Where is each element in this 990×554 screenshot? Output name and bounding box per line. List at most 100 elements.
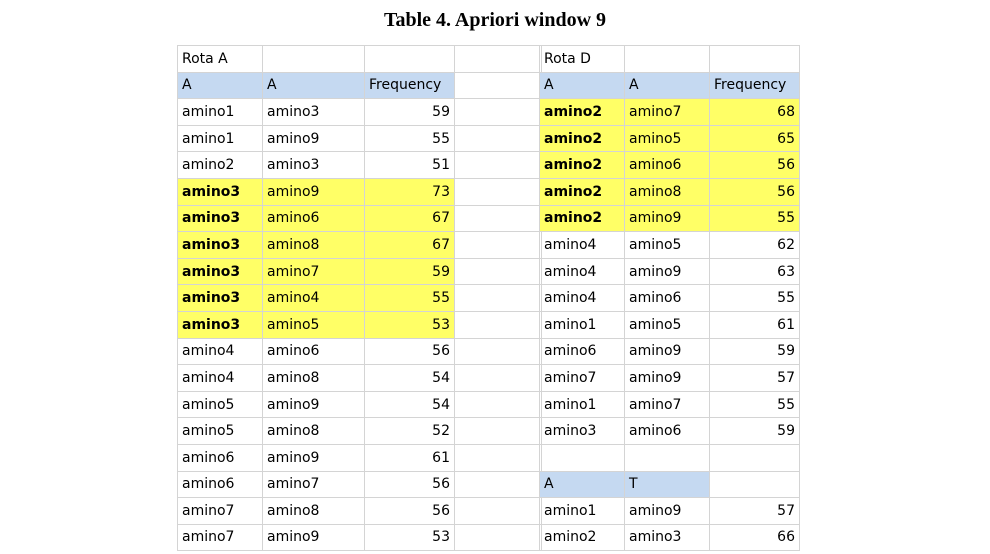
amino-cell[interactable]: amino9 — [262, 390, 365, 419]
frequency-cell[interactable]: 59 — [364, 98, 455, 126]
frequency-cell[interactable]: 56 — [709, 177, 800, 206]
frequency-cell[interactable]: 55 — [364, 284, 455, 312]
empty-cell[interactable] — [624, 45, 710, 73]
frequency-cell[interactable]: 51 — [364, 151, 455, 179]
empty-cell[interactable] — [454, 337, 542, 366]
amino-cell[interactable]: amino6 — [262, 337, 365, 366]
frequency-cell[interactable]: 59 — [364, 257, 455, 286]
empty-cell[interactable] — [262, 45, 365, 73]
amino-cell[interactable]: amino9 — [262, 443, 365, 472]
amino-cell[interactable]: amino2 — [539, 204, 625, 233]
amino-cell[interactable]: amino1 — [177, 98, 263, 126]
amino-cell[interactable]: amino3 — [177, 177, 263, 206]
empty-cell[interactable] — [454, 470, 542, 499]
amino-cell[interactable]: amino8 — [624, 177, 710, 206]
empty-cell[interactable] — [454, 124, 542, 153]
amino-cell[interactable]: amino3 — [262, 98, 365, 126]
amino-cell[interactable]: amino8 — [262, 231, 365, 259]
frequency-cell[interactable]: 66 — [709, 523, 800, 552]
amino-cell[interactable]: amino5 — [624, 124, 710, 153]
amino-cell[interactable]: amino1 — [539, 390, 625, 419]
amino-cell[interactable]: amino6 — [177, 470, 263, 499]
amino-cell[interactable]: amino2 — [177, 151, 263, 179]
amino-cell[interactable]: amino5 — [177, 417, 263, 445]
amino-cell[interactable]: amino3 — [177, 257, 263, 286]
amino-cell[interactable]: amino2 — [539, 177, 625, 206]
amino-cell[interactable]: amino3 — [177, 231, 263, 259]
frequency-cell[interactable]: 55 — [709, 204, 800, 233]
frequency-cell[interactable]: 68 — [709, 98, 800, 126]
amino-cell[interactable]: amino6 — [624, 417, 710, 445]
column-header[interactable]: T — [624, 470, 710, 499]
frequency-cell[interactable]: 56 — [709, 151, 800, 179]
amino-cell[interactable]: amino3 — [539, 417, 625, 445]
amino-cell[interactable]: amino1 — [539, 310, 625, 339]
frequency-cell[interactable]: 61 — [364, 443, 455, 472]
frequency-cell[interactable]: 56 — [364, 470, 455, 499]
amino-cell[interactable]: amino7 — [262, 257, 365, 286]
empty-cell[interactable] — [454, 390, 542, 419]
amino-cell[interactable]: amino7 — [262, 470, 365, 499]
empty-cell[interactable] — [454, 417, 542, 445]
empty-cell[interactable] — [454, 45, 542, 73]
frequency-cell[interactable]: 56 — [364, 337, 455, 366]
empty-cell[interactable] — [364, 45, 455, 73]
frequency-cell[interactable]: 56 — [364, 497, 455, 525]
frequency-cell[interactable]: 57 — [709, 497, 800, 525]
frequency-cell[interactable]: 54 — [364, 364, 455, 392]
amino-cell[interactable]: amino3 — [262, 151, 365, 179]
column-header-frequency[interactable]: Frequency — [709, 71, 800, 100]
amino-cell[interactable]: amino9 — [624, 204, 710, 233]
empty-cell[interactable] — [454, 443, 542, 472]
amino-cell[interactable]: amino7 — [177, 497, 263, 525]
column-header[interactable]: A — [262, 71, 365, 100]
frequency-cell[interactable]: 59 — [709, 417, 800, 445]
empty-cell[interactable] — [624, 443, 710, 472]
empty-cell[interactable] — [454, 71, 542, 100]
column-header[interactable]: A — [624, 71, 710, 100]
amino-cell[interactable]: amino3 — [177, 204, 263, 233]
amino-cell[interactable]: amino6 — [539, 337, 625, 366]
empty-cell[interactable] — [454, 151, 542, 179]
amino-cell[interactable]: amino4 — [539, 257, 625, 286]
empty-cell[interactable] — [454, 310, 542, 339]
empty-cell[interactable] — [454, 204, 542, 233]
column-header[interactable]: A — [177, 71, 263, 100]
empty-cell[interactable] — [454, 177, 542, 206]
amino-cell[interactable]: amino1 — [539, 497, 625, 525]
amino-cell[interactable]: amino6 — [177, 443, 263, 472]
amino-cell[interactable]: amino4 — [177, 337, 263, 366]
empty-cell[interactable] — [454, 523, 542, 552]
frequency-cell[interactable]: 52 — [364, 417, 455, 445]
empty-cell[interactable] — [454, 497, 542, 525]
amino-cell[interactable]: amino5 — [624, 310, 710, 339]
amino-cell[interactable]: amino9 — [624, 497, 710, 525]
frequency-cell[interactable]: 54 — [364, 390, 455, 419]
amino-cell[interactable]: amino2 — [539, 151, 625, 179]
frequency-cell[interactable]: 65 — [709, 124, 800, 153]
amino-cell[interactable]: amino2 — [539, 523, 625, 552]
amino-cell[interactable]: amino9 — [262, 124, 365, 153]
frequency-cell[interactable]: 53 — [364, 310, 455, 339]
empty-cell[interactable] — [454, 98, 542, 126]
amino-cell[interactable]: amino2 — [539, 98, 625, 126]
frequency-cell[interactable]: 53 — [364, 523, 455, 552]
amino-cell[interactable]: amino4 — [177, 364, 263, 392]
amino-cell[interactable]: amino9 — [624, 257, 710, 286]
sheet-label[interactable]: Rota A — [177, 45, 263, 73]
amino-cell[interactable]: amino2 — [539, 124, 625, 153]
empty-cell[interactable] — [454, 231, 542, 259]
frequency-cell[interactable]: 73 — [364, 177, 455, 206]
amino-cell[interactable]: amino5 — [177, 390, 263, 419]
empty-cell[interactable] — [454, 364, 542, 392]
frequency-cell[interactable]: 57 — [709, 364, 800, 392]
amino-cell[interactable]: amino4 — [539, 231, 625, 259]
amino-cell[interactable]: amino9 — [624, 364, 710, 392]
amino-cell[interactable]: amino7 — [624, 98, 710, 126]
amino-cell[interactable]: amino7 — [539, 364, 625, 392]
amino-cell[interactable]: amino6 — [624, 284, 710, 312]
amino-cell[interactable]: amino8 — [262, 497, 365, 525]
empty-cell[interactable] — [454, 284, 542, 312]
amino-cell[interactable]: amino9 — [262, 523, 365, 552]
amino-cell[interactable]: amino7 — [624, 390, 710, 419]
